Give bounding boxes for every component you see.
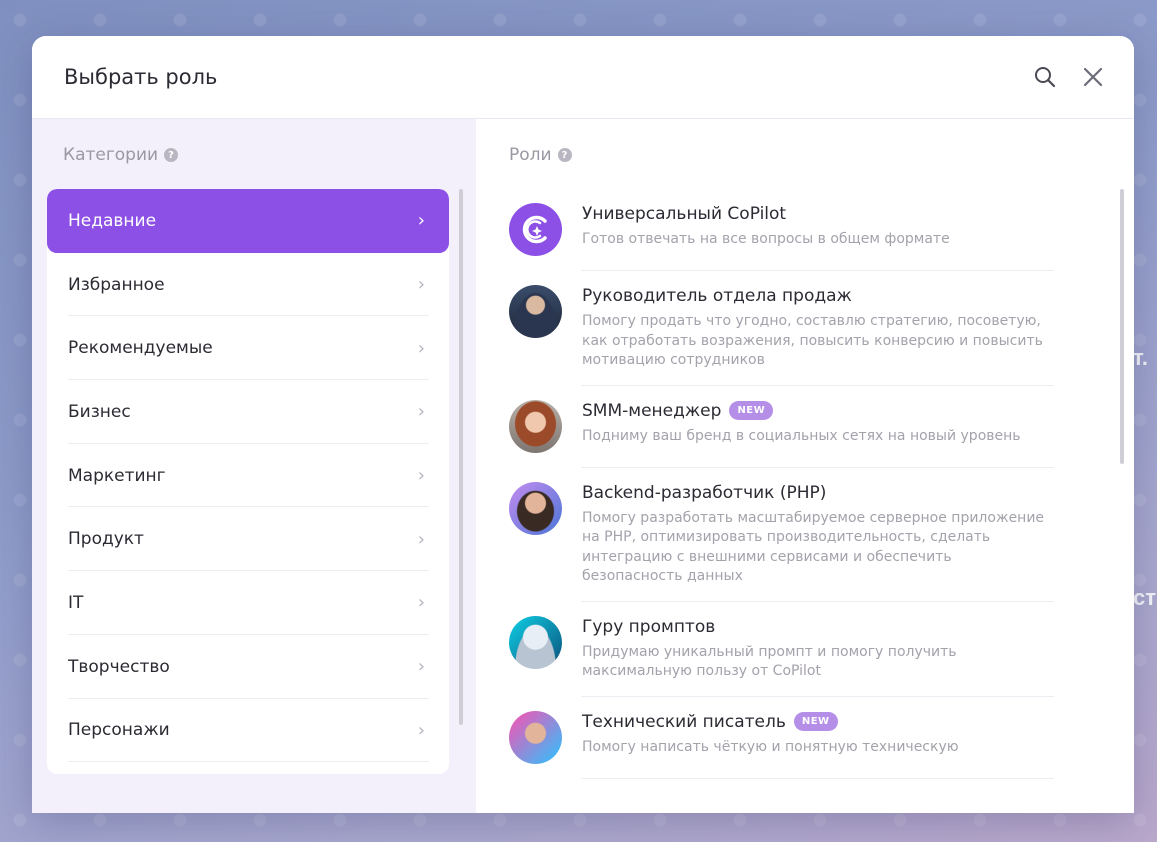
role-avatar: [509, 285, 562, 338]
categories-list: Недавние › Избранное › Рекомендуемые › Бизнес ›…: [47, 189, 449, 774]
category-label: Маркетинг: [68, 465, 166, 486]
role-description: Помогу продать что угодно, составлю стра…: [582, 313, 1043, 368]
role-description: Придумаю уникальный промпт и помогу полу…: [582, 643, 957, 680]
roles-label-text: Роли: [509, 145, 552, 165]
category-label: Бизнес: [68, 401, 131, 422]
background-text-fragment: т.: [1133, 345, 1148, 370]
category-item[interactable]: Продукт ›: [47, 507, 449, 571]
chevron-right-icon: ›: [417, 401, 425, 423]
roles-list: Универсальный CoPilot Готов отвечать на в…: [509, 189, 1054, 779]
role-info: Универсальный CoPilot Готов отвечать на в…: [582, 203, 1054, 256]
role-description: Помогу написать чёткую и понятную технич…: [582, 738, 959, 755]
role-name: Руководитель отдела продаж: [582, 286, 852, 306]
role-item[interactable]: Универсальный CoPilot Готов отвечать на в…: [509, 189, 1054, 271]
role-name: Технический писатель: [582, 711, 786, 732]
close-icon: [1083, 67, 1103, 87]
role-description: Помогу разработать масштабируемое сервер…: [582, 509, 1045, 585]
background-text-fragment: ст: [1133, 585, 1157, 610]
search-icon: [1035, 67, 1056, 88]
role-name-row: Гуру промптов: [582, 616, 1054, 638]
chevron-right-icon: ›: [417, 592, 425, 614]
categories-scrollbar[interactable]: [459, 189, 463, 725]
role-name: Backend-разработчик (PHP): [582, 482, 827, 503]
chevron-right-icon: ›: [417, 465, 425, 487]
category-item[interactable]: Недавние ›: [47, 189, 449, 253]
category-item[interactable]: Рекомендуемые ›: [47, 316, 449, 380]
category-label: Избранное: [68, 274, 165, 295]
role-description: Подниму ваш бренд в социальных сетях на …: [582, 427, 1021, 444]
chevron-right-icon: ›: [417, 528, 425, 550]
category-item[interactable]: Бизнес ›: [47, 380, 449, 444]
category-label: Творчество: [68, 656, 170, 677]
chevron-right-icon: ›: [417, 337, 425, 359]
chevron-right-icon: ›: [417, 274, 425, 296]
role-name: SMM-менеджер: [582, 400, 722, 421]
modal-header: Выбрать роль: [32, 36, 1134, 119]
roles-scrollbar[interactable]: [1120, 189, 1124, 464]
category-label: Рекомендуемые: [68, 338, 213, 359]
role-avatar: [509, 710, 562, 764]
role-description: Готов отвечать на все вопросы в общем фо…: [582, 231, 950, 247]
modal-title: Выбрать роль: [64, 65, 218, 89]
category-item[interactable]: Маркетинг ›: [47, 444, 449, 508]
role-name-row: Технический писатель NEW: [582, 711, 1054, 733]
header-actions: [1032, 64, 1106, 90]
categories-label: Категории ?: [32, 144, 476, 166]
category-label: IT: [68, 592, 84, 613]
category-item[interactable]: Избранное ›: [47, 253, 449, 317]
role-item[interactable]: Гуру промптов Придумаю уникальный промпт …: [509, 602, 1054, 697]
role-info: Руководитель отдела продаж Помогу продать…: [582, 285, 1054, 371]
categories-label-text: Категории: [63, 145, 159, 165]
category-label: Продукт: [68, 529, 144, 550]
role-item[interactable]: Backend-разработчик (PHP) Помогу разработ…: [509, 468, 1054, 602]
role-item[interactable]: Технический писатель NEW Помогу написать ч…: [509, 697, 1054, 779]
role-avatar: [509, 399, 562, 453]
role-item[interactable]: SMM-менеджер NEW Подниму ваш бренд в социа…: [509, 386, 1054, 468]
role-name-row: Backend-разработчик (PHP): [582, 482, 1054, 504]
role-name-row: SMM-менеджер NEW: [582, 400, 1054, 422]
role-select-modal: Выбрать роль Категории ? Недавние › Избр…: [32, 36, 1134, 813]
role-info: Backend-разработчик (PHP) Помогу разработ…: [582, 482, 1054, 587]
role-avatar: [509, 203, 562, 256]
help-icon[interactable]: ?: [557, 148, 572, 162]
close-button[interactable]: [1080, 64, 1106, 90]
modal-body: Категории ? Недавние › Избранное › Рекоменду…: [32, 119, 1134, 813]
role-info: Гуру промптов Придумаю уникальный промпт …: [582, 616, 1054, 682]
role-info: Технический писатель NEW Помогу написать ч…: [582, 711, 1054, 764]
search-button[interactable]: [1032, 64, 1058, 90]
chevron-right-icon: ›: [417, 656, 425, 678]
category-item[interactable]: Творчество ›: [47, 635, 449, 699]
category-label: Персонажи: [68, 720, 170, 741]
copilot-logo-icon: [522, 215, 547, 244]
role-name-row: Руководитель отдела продаж: [582, 285, 1054, 307]
category-item[interactable]: IT ›: [47, 571, 449, 635]
list-fade: [476, 783, 1134, 813]
role-item[interactable]: Руководитель отдела продаж Помогу продать…: [509, 271, 1054, 386]
role-avatar: [509, 481, 562, 535]
new-badge: NEW: [729, 401, 774, 420]
category-item[interactable]: Персонажи ›: [47, 699, 449, 763]
roles-label: Роли ?: [476, 144, 1134, 166]
categories-pane: Категории ? Недавние › Избранное › Рекоменду…: [32, 119, 476, 813]
new-badge: NEW: [793, 712, 838, 731]
role-name-row: Универсальный CoPilot: [582, 203, 1054, 225]
roles-pane: Роли ? Универсальный CoPilot Готов отвеча…: [476, 119, 1134, 813]
role-name: Универсальный CoPilot: [582, 204, 787, 224]
role-name: Гуру промптов: [582, 616, 716, 637]
chevron-right-icon: ›: [417, 210, 425, 232]
role-avatar: [509, 615, 562, 669]
help-icon[interactable]: ?: [164, 148, 179, 162]
chevron-right-icon: ›: [417, 719, 425, 741]
role-info: SMM-менеджер NEW Подниму ваш бренд в социа…: [582, 400, 1054, 453]
category-label: Недавние: [68, 210, 157, 231]
